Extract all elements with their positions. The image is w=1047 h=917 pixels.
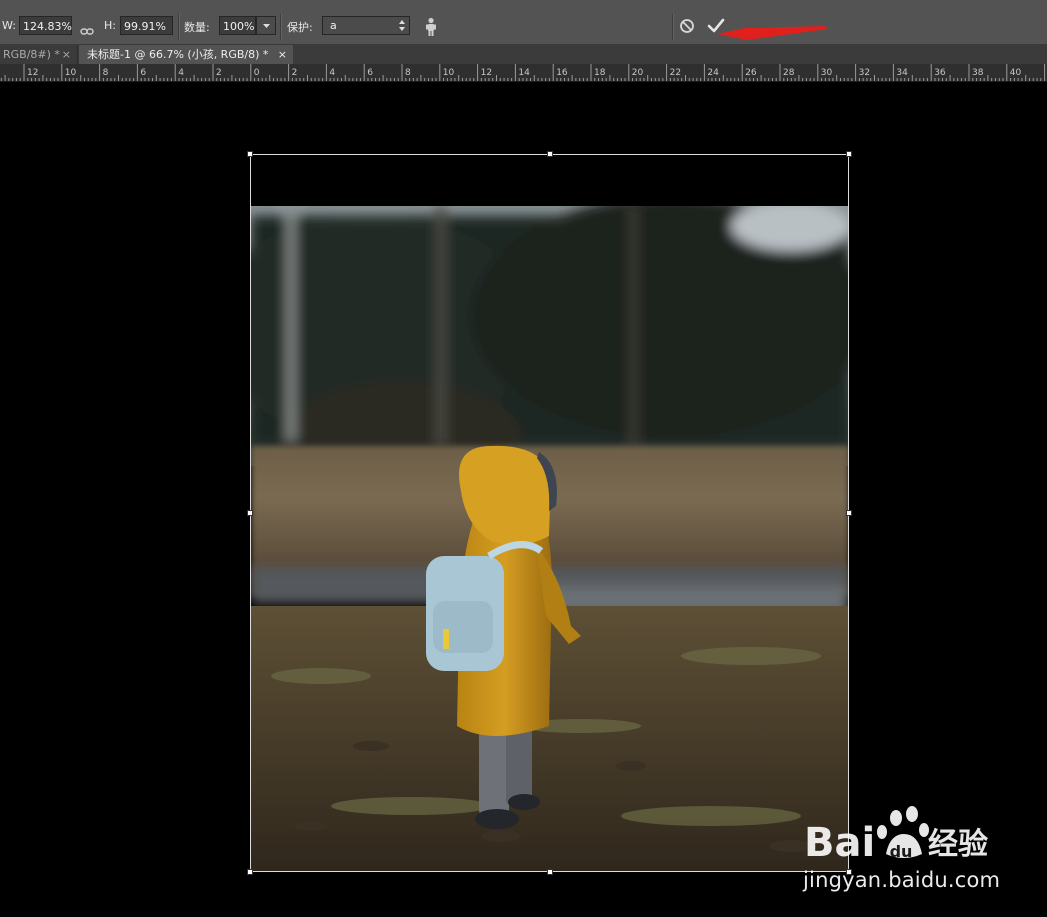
protect-label: 保护: bbox=[287, 21, 313, 34]
watermark-url: jingyan.baidu.com bbox=[803, 868, 1001, 892]
separator bbox=[672, 14, 674, 40]
transform-handle-bottom-left[interactable] bbox=[247, 869, 253, 875]
updown-chevron-icon bbox=[399, 20, 405, 31]
height-label: H: bbox=[104, 19, 116, 32]
ruler-label: 38 bbox=[972, 68, 984, 78]
svg-text:du: du bbox=[890, 842, 913, 861]
transform-handle-middle-right[interactable] bbox=[846, 510, 852, 516]
amount-label: 数量: bbox=[184, 21, 210, 34]
transform-handle-top-left[interactable] bbox=[247, 151, 253, 157]
ruler-label: 14 bbox=[518, 68, 530, 78]
cancel-icon[interactable] bbox=[679, 18, 695, 34]
ruler-label: 28 bbox=[783, 68, 795, 78]
ruler-label: 22 bbox=[670, 68, 681, 78]
ruler-label: 32 bbox=[859, 68, 870, 78]
svg-text:经验: 经验 bbox=[928, 827, 988, 862]
amount-dropdown-button[interactable] bbox=[256, 16, 276, 35]
tab-previous-document[interactable]: RGB/8#) * × bbox=[0, 45, 78, 64]
ruler-label: 0 bbox=[254, 68, 260, 78]
width-label: W: bbox=[2, 19, 16, 32]
chevron-down-icon bbox=[263, 24, 270, 28]
person-icon[interactable] bbox=[424, 17, 438, 37]
separator bbox=[280, 14, 282, 40]
protect-select[interactable]: a bbox=[322, 16, 410, 35]
width-field[interactable]: 124.83% bbox=[19, 16, 72, 35]
ruler-label: 4 bbox=[329, 68, 335, 78]
ruler-label: 20 bbox=[632, 68, 644, 78]
transform-handle-top-center[interactable] bbox=[547, 151, 553, 157]
ruler-label: 34 bbox=[896, 68, 908, 78]
ruler-label: 40 bbox=[1010, 68, 1022, 78]
svg-text:Bai: Bai bbox=[804, 820, 875, 866]
tab-label: 未标题-1 @ 66.7% (小孩, RGB/8) * bbox=[87, 48, 269, 61]
transform-handle-top-right[interactable] bbox=[846, 151, 852, 157]
ruler-label: 12 bbox=[481, 68, 492, 78]
document-tab-bar: RGB/8#) * × 未标题-1 @ 66.7% (小孩, RGB/8) * … bbox=[0, 45, 1047, 64]
ruler-label: 8 bbox=[103, 68, 109, 78]
ruler-label: 18 bbox=[594, 68, 606, 78]
red-arrow-annotation bbox=[717, 26, 827, 40]
tab-current-document[interactable]: 未标题-1 @ 66.7% (小孩, RGB/8) * × bbox=[79, 45, 293, 64]
ruler-label: 12 bbox=[27, 68, 38, 78]
ruler-label: 24 bbox=[707, 68, 719, 78]
menu-bar-remnant bbox=[0, 0, 1047, 10]
transform-bounding-box[interactable] bbox=[250, 154, 849, 872]
ruler-label: 6 bbox=[140, 68, 146, 78]
transform-handle-bottom-center[interactable] bbox=[547, 869, 553, 875]
protect-select-value: a bbox=[330, 19, 337, 32]
ruler-label: 10 bbox=[65, 68, 77, 78]
horizontal-ruler[interactable]: 12 10 8 6 4 2 0 2 4 6 8 10 12 14 16 18 20 22 24 26 28 30 32 34 3… bbox=[0, 64, 1047, 82]
ruler-label: 16 bbox=[556, 68, 568, 78]
ruler-label: 6 bbox=[367, 68, 373, 78]
close-icon[interactable]: × bbox=[62, 45, 71, 64]
ruler-label: 26 bbox=[745, 68, 757, 78]
ruler-ticks: 12 10 8 6 4 2 0 2 4 6 8 10 12 14 16 18 20 22 24 26 28 30 32 34 3… bbox=[0, 64, 1046, 81]
baidu-jingyan-logo: Bai du 经验 bbox=[804, 806, 988, 866]
ruler-label: 30 bbox=[821, 68, 833, 78]
link-icon[interactable] bbox=[80, 27, 94, 37]
amount-field[interactable]: 100% bbox=[219, 16, 256, 35]
ruler-label: 8 bbox=[405, 68, 411, 78]
ruler-label: 2 bbox=[216, 68, 222, 78]
ruler-label: 36 bbox=[934, 68, 946, 78]
separator bbox=[178, 14, 180, 40]
tab-label: RGB/8#) * bbox=[3, 48, 60, 61]
close-icon[interactable]: × bbox=[278, 45, 287, 64]
ruler-label: 2 bbox=[292, 68, 298, 78]
ruler-label: 10 bbox=[443, 68, 455, 78]
transform-handle-middle-left[interactable] bbox=[247, 510, 253, 516]
transform-options-bar: W: 124.83% H: 99.91% 数量: 100% 保护: a bbox=[0, 10, 1047, 45]
height-field[interactable]: 99.91% bbox=[120, 16, 173, 35]
ruler-label: 4 bbox=[178, 68, 184, 78]
